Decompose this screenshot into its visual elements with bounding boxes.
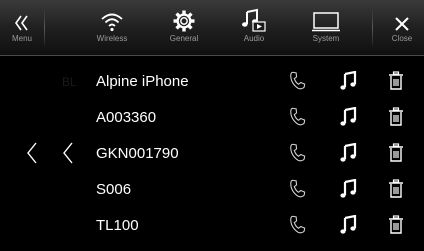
audio-note-icon bbox=[241, 0, 267, 34]
audio-label: Audio bbox=[243, 34, 265, 43]
phone-icon[interactable] bbox=[287, 71, 307, 96]
general-tab[interactable]: General bbox=[156, 0, 212, 56]
trash-icon[interactable] bbox=[388, 179, 404, 204]
device-name: S006 bbox=[96, 181, 132, 198]
device-name: A003360 bbox=[96, 109, 157, 126]
trash-icon[interactable] bbox=[388, 71, 404, 96]
top-bar: Menu Wireless General Audio System Close bbox=[0, 0, 424, 56]
device-row[interactable]: TL100 bbox=[0, 208, 424, 244]
device-name: Alpine iPhone bbox=[96, 73, 189, 90]
trash-icon[interactable] bbox=[388, 143, 404, 168]
phone-icon[interactable] bbox=[287, 107, 307, 132]
close-button[interactable]: Close bbox=[380, 0, 424, 56]
device-name: TL100 bbox=[96, 217, 139, 234]
phone-icon[interactable] bbox=[287, 143, 307, 168]
trash-icon[interactable] bbox=[388, 215, 404, 240]
device-row[interactable]: A003360 bbox=[0, 100, 424, 136]
device-row[interactable]: BL Alpine iPhone bbox=[0, 64, 424, 100]
music-note-icon[interactable] bbox=[340, 214, 358, 240]
device-name: GKN001790 bbox=[96, 145, 179, 162]
system-tab[interactable]: System bbox=[296, 0, 356, 56]
menu-label: Menu bbox=[11, 34, 32, 43]
system-label: System bbox=[312, 34, 340, 43]
monitor-icon bbox=[311, 0, 341, 34]
wifi-icon bbox=[100, 0, 124, 34]
general-label: General bbox=[169, 34, 199, 43]
row-ghost-text: BL bbox=[62, 75, 77, 89]
wireless-label: Wireless bbox=[96, 34, 128, 43]
music-note-icon[interactable] bbox=[340, 142, 358, 168]
close-label: Close bbox=[391, 34, 413, 43]
phone-icon[interactable] bbox=[287, 179, 307, 204]
close-icon bbox=[394, 0, 410, 34]
music-note-icon[interactable] bbox=[340, 70, 358, 96]
double-chevron-left-icon bbox=[13, 0, 31, 34]
music-note-icon[interactable] bbox=[340, 178, 358, 204]
menu-button[interactable]: Menu bbox=[0, 0, 44, 56]
phone-icon[interactable] bbox=[287, 215, 307, 240]
audio-tab[interactable]: Audio bbox=[226, 0, 282, 56]
device-row[interactable]: GKN001790 bbox=[0, 136, 424, 172]
trash-icon[interactable] bbox=[388, 107, 404, 132]
wireless-tab[interactable]: Wireless bbox=[84, 0, 140, 56]
gear-icon bbox=[173, 0, 195, 34]
device-row[interactable]: S006 bbox=[0, 172, 424, 208]
music-note-icon[interactable] bbox=[340, 106, 358, 132]
